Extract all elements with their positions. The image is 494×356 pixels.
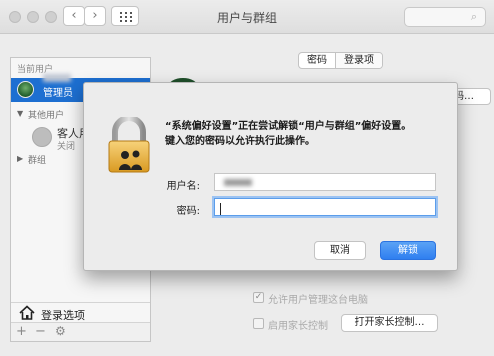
add-user-button[interactable]: + (16, 324, 27, 339)
username-label: 用户名: (166, 181, 200, 192)
lock-icon (108, 117, 150, 173)
groups-header: 群组 (28, 156, 47, 166)
tab-login-items[interactable]: 登录项 (335, 53, 382, 68)
text-caret (220, 203, 221, 215)
password-field[interactable] (214, 198, 436, 216)
dialog-subtitle: 键入您的密码以允许执行此操作。 (165, 136, 315, 147)
house-icon (19, 305, 35, 320)
search-field[interactable]: ⌕ (404, 7, 486, 27)
sidebar-toolbar: + − ⚙ (11, 322, 150, 341)
allow-admin-label: 允许用户管理这台电脑 (268, 295, 368, 306)
tab-bar: 密码 登录项 (298, 52, 383, 69)
admin-role-label: 管理员 (43, 88, 73, 99)
redacted-username-value (224, 179, 252, 186)
password-label: 密码: (176, 206, 200, 217)
login-options-item[interactable]: 登录选项 (11, 302, 150, 322)
parental-controls-label: 启用家长控制 (268, 321, 328, 332)
disclosure-triangle-right-icon[interactable]: ▶ (17, 154, 23, 163)
gear-icon[interactable]: ⚙ (55, 324, 66, 338)
window-titlebar: ‹ › 用户与群组 ⌕ (0, 0, 494, 34)
remove-user-button[interactable]: − (35, 324, 46, 339)
unlock-button[interactable]: 解锁 (380, 241, 436, 260)
authentication-dialog: “系统偏好设置”正在尝试解锁“用户与群组”偏好设置。 键入您的密码以允许执行此操… (83, 82, 458, 271)
disclosure-triangle-icon[interactable]: ▼ (17, 109, 23, 118)
redacted-username (43, 74, 71, 82)
search-icon: ⌕ (470, 10, 477, 23)
other-users-header: 其他用户 (28, 111, 65, 121)
open-parental-controls-button[interactable]: 打开家长控制… (341, 314, 438, 332)
cancel-button[interactable]: 取消 (314, 241, 366, 260)
dialog-title: “系统偏好设置”正在尝试解锁“用户与群组”偏好设置。 (165, 121, 412, 132)
tab-password[interactable]: 密码 (299, 53, 335, 68)
guest-user-status: 关闭 (57, 142, 76, 152)
allow-admin-checkbox[interactable]: ✓ (253, 292, 264, 303)
login-options-label: 登录选项 (41, 309, 85, 322)
parental-controls-checkbox[interactable] (253, 318, 264, 329)
admin-avatar (17, 81, 34, 98)
guest-avatar (32, 127, 52, 147)
